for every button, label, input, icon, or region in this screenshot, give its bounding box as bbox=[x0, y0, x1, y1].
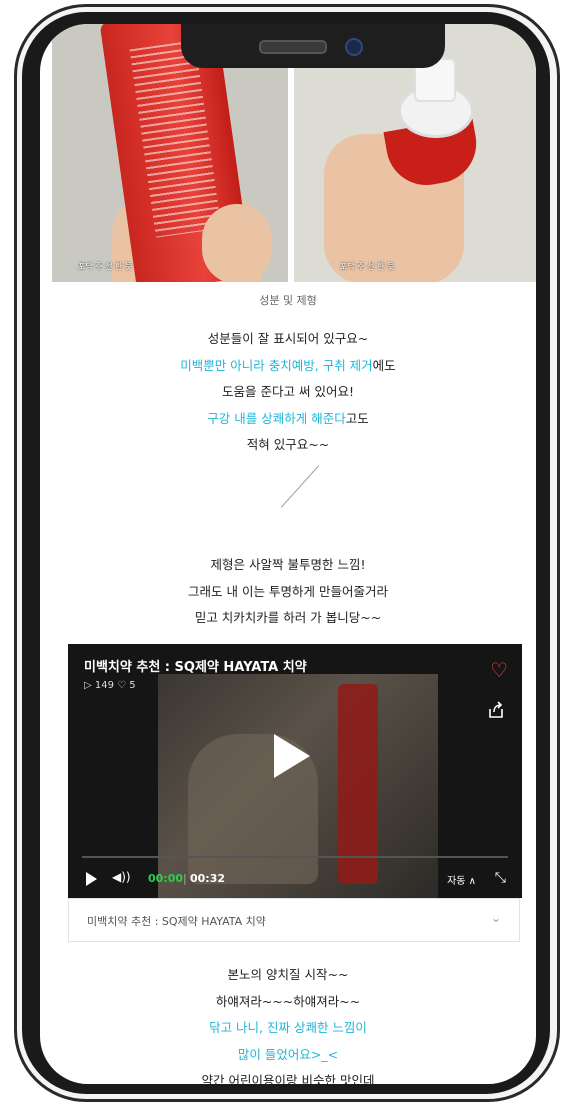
fullscreen-icon[interactable]: ⤡ bbox=[495, 870, 506, 886]
play-icon[interactable] bbox=[274, 734, 310, 778]
speaker-icon bbox=[259, 40, 327, 54]
video-info-bar[interactable]: 미백치약 추천 : SQ제약 HAYATA 치약 ⌄ bbox=[68, 898, 520, 942]
progress-bar[interactable] bbox=[82, 856, 508, 858]
heart-icon[interactable]: ♡ bbox=[490, 658, 508, 682]
photo-caption: 성분 및 제형 bbox=[259, 294, 317, 307]
photo-watermark: 포닥 주 선 한 듯 bbox=[78, 262, 133, 271]
video-bar-title: 미백치약 추천 : SQ제약 HAYATA 치약 bbox=[87, 915, 266, 928]
chevron-down-icon[interactable]: ⌄ bbox=[491, 911, 501, 925]
volume-icon[interactable]: ◀)) bbox=[112, 870, 131, 884]
paragraph-brushing: 본노의 양치질 시작~~ 하얘져라~~~하얘져라~~ 닦고 나니, 진짜 상쾌한… bbox=[201, 967, 375, 1084]
paragraph-texture: 제형은 사알짝 불투명한 느낌! 그래도 내 이는 투명하게 만들어줄거라 믿고… bbox=[188, 557, 388, 625]
time-total: 00:32 bbox=[190, 872, 226, 885]
camera-icon bbox=[345, 38, 363, 56]
time-current: 00:00 bbox=[148, 872, 184, 885]
quality-button[interactable]: 자동 ∧ bbox=[447, 872, 476, 887]
time-separator: | bbox=[183, 872, 187, 885]
video-controls: ◀)) 00:00 | 00:32 자동 ∧ ⤡ bbox=[68, 860, 522, 898]
phone-screen: 포닥 주 선 한 듯 포닥 주 선 한 듯 성분 및 제형 성분들이 잘 표시되… bbox=[40, 24, 536, 1084]
video-stats: ▷ 149 ♡ 5 bbox=[84, 680, 136, 691]
paragraph-ingredients: 성분들이 잘 표시되어 있구요~ 미백뿐만 아니라 충치예방, 구취 제거에도 … bbox=[180, 331, 396, 452]
notch bbox=[181, 24, 445, 68]
play-button[interactable] bbox=[86, 872, 97, 886]
photo-watermark: 포닥 주 선 한 듯 bbox=[340, 262, 395, 271]
video-player[interactable]: 미백치약 추천 : SQ제약 HAYATA 치약 ▷ 149 ♡ 5 ♡ ◀))… bbox=[68, 644, 522, 898]
share-icon[interactable] bbox=[486, 700, 506, 720]
video-title: 미백치약 추천 : SQ제약 HAYATA 치약 bbox=[84, 660, 307, 675]
section-divider bbox=[280, 465, 320, 508]
